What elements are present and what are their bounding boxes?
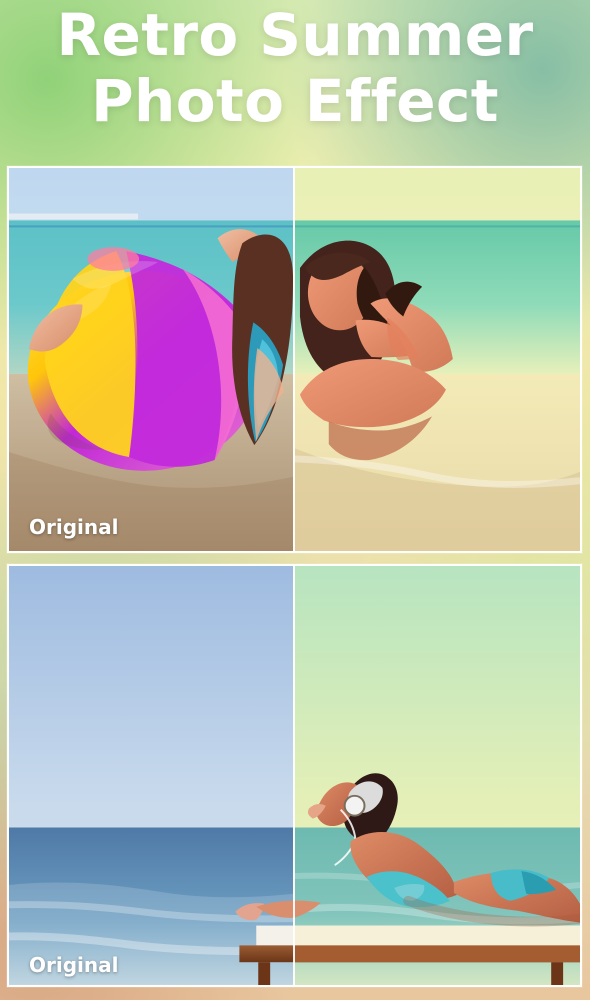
bottom-comparison-panel: Original (7, 564, 582, 987)
title-line-1: Retro Summer (56, 1, 534, 69)
bottom-comparison-photo (9, 566, 580, 985)
top-comparison-panel: Original (7, 166, 582, 553)
bottom-original-label: Original (29, 953, 119, 977)
top-comparison-photo (9, 168, 580, 551)
page-title: Retro Summer Photo Effect (0, 2, 590, 134)
top-original-label: Original (29, 515, 119, 539)
title-line-2: Photo Effect (91, 67, 499, 135)
